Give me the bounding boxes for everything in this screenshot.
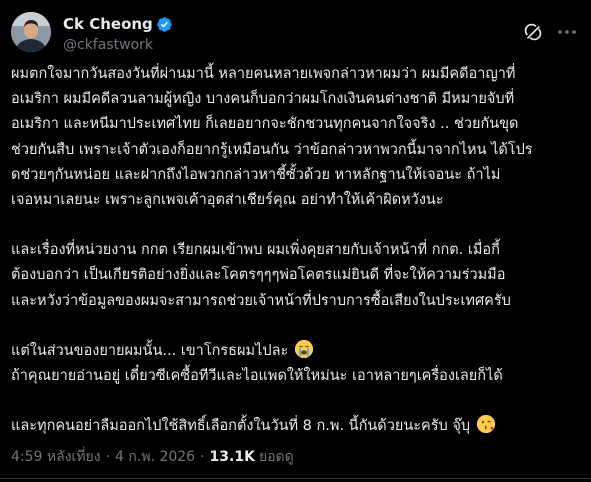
post-line: และเรื่องที่หน่วยงาน กกต เรียกผมเข้าพบ ผ…: [11, 242, 500, 259]
post-time[interactable]: 4:59 หลังเที่ยง: [11, 446, 101, 468]
post-line: แต่ในส่วนของยายผมนั้น... เขาโกรธผมไปละ: [11, 339, 579, 364]
post-line: และหวังว่าข้อมูลของผมจะสามารถช่วยเจ้าหน้…: [11, 292, 511, 309]
face-blowing-kiss-emoji: [476, 415, 495, 434]
views-count: 13.1K: [209, 449, 255, 465]
post-line: อเมริกา ผมมีคดีลวนลามผู้หญิง บางคนก็บอกว…: [11, 91, 515, 108]
post-card: Ck Cheong @ckfastwork ผมตกใจมากวันสองวัน…: [0, 0, 591, 482]
post-line: ต้องบอกว่า เป็นเกียรติอย่างยิ่งและโคตรๆๆ…: [11, 267, 506, 284]
author-handle[interactable]: @ckfastwork: [63, 37, 173, 53]
post-line-text: และทุกคนอย่าลืมออกไปใช้สิทธิ์เลือกตั้งใน…: [11, 418, 471, 435]
post-line: ถ้าคุณยายอ่านอยู่ เดี๋ยวซีเคซื้อทีวีและไ…: [11, 368, 503, 385]
post-date[interactable]: 4 ก.พ. 2026: [115, 446, 195, 468]
post-line: และทุกคนอย่าลืมออกไปใช้สิทธิ์เลือกตั้งใน…: [11, 414, 579, 439]
post-paragraph: และทุกคนอย่าลืมออกไปใช้สิทธิ์เลือกตั้งใน…: [11, 414, 579, 439]
post-text: ผมตกใจมากวันสองวันที่ผ่านมานี้ หลายคนหลา…: [11, 62, 579, 439]
post-paragraph: และเรื่องที่หน่วยงาน กกต เรียกผมเข้าพบ ผ…: [11, 238, 579, 314]
post-line: ดช่วยๆกันหน่อย และฝากถึงไอพวกกล่าวหาชี้ซ…: [11, 166, 501, 183]
post-line: เจอหมาเลยนะ เพราะลูกเพจเค้าอุตส่าเชียร์ค…: [11, 192, 444, 209]
post-meta: 4:59 หลังเที่ยง · 4 ก.พ. 2026 · 13.1K ยอ…: [11, 446, 294, 468]
verified-badge-icon: [156, 16, 173, 33]
meta-separator: ·: [105, 449, 111, 465]
meta-separator: ·: [200, 449, 205, 465]
post-line: ช่วยกันสืบ เพราะเจ้าตัวเองก็อยากรู้เหมือ…: [11, 141, 533, 158]
post-line-text: แต่ในส่วนของยายผมนั้น... เขาโกรธผมไปละ: [11, 342, 289, 359]
loudly-crying-face-emoji: [294, 339, 313, 358]
post-line: อเมริกา และหนีมาประเทศไทย ก็เลยอยากจะชัก…: [11, 116, 519, 133]
post-line: ผมตกใจมากวันสองวันที่ผ่านมานี้ หลายคนหลา…: [11, 66, 516, 82]
avatar-image: [11, 12, 51, 52]
author-display-name[interactable]: Ck Cheong: [63, 15, 153, 33]
avatar[interactable]: [11, 12, 51, 52]
post-header: Ck Cheong @ckfastwork: [11, 8, 581, 64]
post-paragraph: ผมตกใจมากวันสองวันที่ผ่านมานี้ หลายคนหลา…: [11, 62, 579, 213]
views-label: ยอดดู: [258, 449, 294, 465]
grok-icon[interactable]: [523, 22, 543, 42]
author-info: Ck Cheong @ckfastwork: [63, 14, 173, 53]
more-options-icon[interactable]: [555, 20, 579, 44]
post-paragraph: แต่ในส่วนของยายผมนั้น... เขาโกรธผมไปละ ถ…: [11, 339, 579, 389]
divider: [0, 478, 591, 479]
